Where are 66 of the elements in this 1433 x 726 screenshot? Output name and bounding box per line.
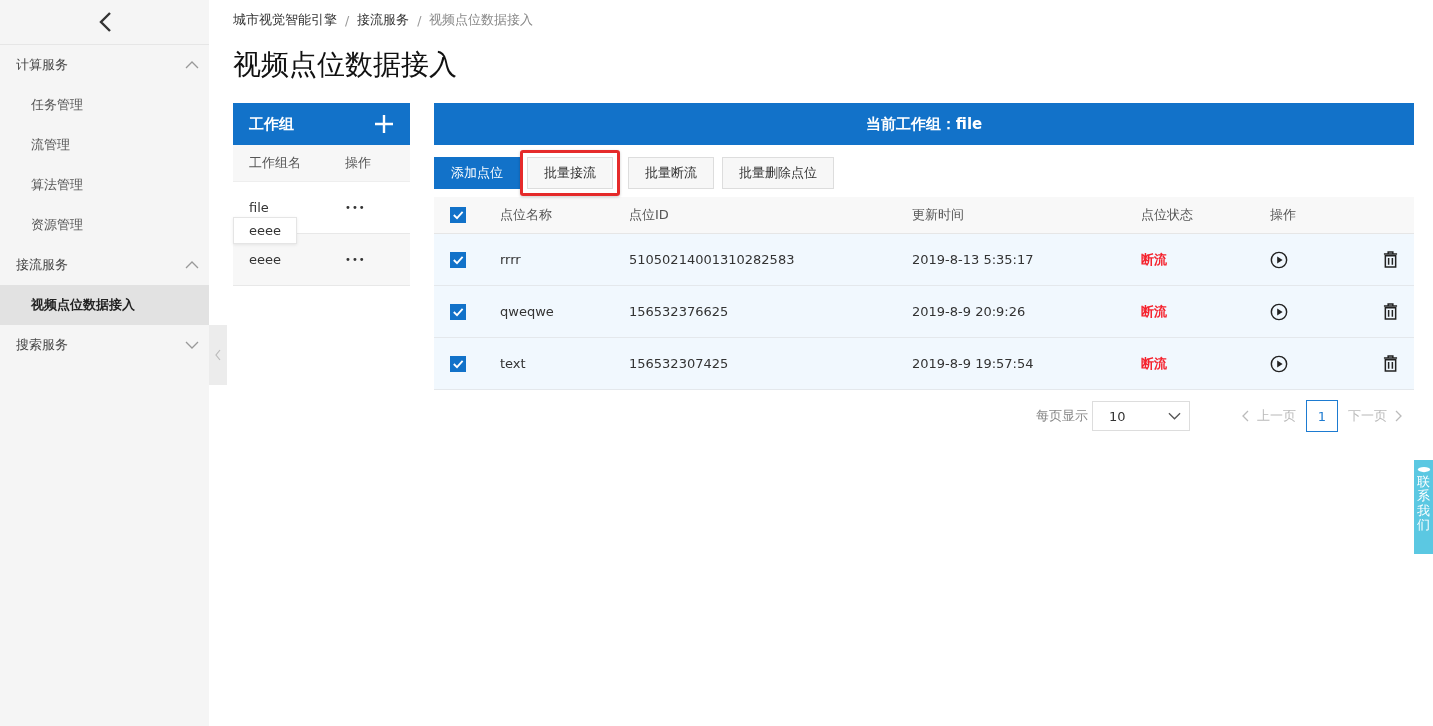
sidebar-section[interactable]: 接流服务 bbox=[0, 245, 209, 285]
panel-title: 当前工作组：file bbox=[865, 114, 983, 134]
chevron-up-icon[interactable] bbox=[185, 261, 199, 269]
breadcrumb-item[interactable]: 城市视觉智能引擎 bbox=[233, 11, 337, 29]
sidebar-item[interactable]: 任务管理 bbox=[0, 85, 209, 125]
column-header: 工作组名 bbox=[248, 154, 302, 172]
status-text: 断流 bbox=[1141, 251, 1167, 267]
delete-icon[interactable] bbox=[1383, 355, 1398, 372]
table-cell: text bbox=[500, 356, 526, 371]
play-icon[interactable] bbox=[1270, 250, 1288, 269]
play-icon[interactable] bbox=[1270, 354, 1288, 373]
group-name[interactable]: file bbox=[233, 200, 345, 215]
breadcrumb-item: 视频点位数据接入 bbox=[429, 11, 534, 29]
table-cell: 156532376625 bbox=[629, 304, 729, 319]
play-icon[interactable] bbox=[1270, 302, 1288, 321]
chevron-up-icon[interactable] bbox=[185, 61, 199, 69]
chat-icon bbox=[1416, 466, 1431, 473]
status-text: 断流 bbox=[1141, 303, 1167, 319]
sidebar-section[interactable]: 搜索服务 bbox=[0, 325, 209, 365]
more-button[interactable]: ••• bbox=[345, 254, 366, 265]
column-header: 操作 bbox=[1270, 206, 1296, 224]
checkbox[interactable] bbox=[450, 303, 466, 320]
more-button[interactable]: ••• bbox=[345, 202, 366, 213]
toolbar-button[interactable]: 批量删除点位 bbox=[722, 157, 834, 189]
back-icon[interactable] bbox=[97, 11, 112, 33]
column-header: 点位状态 bbox=[1141, 207, 1193, 222]
delete-icon[interactable] bbox=[1383, 251, 1398, 268]
table-cell: rrrr bbox=[500, 252, 521, 267]
tooltip: eeee bbox=[233, 217, 297, 244]
sidebar-section[interactable]: 计算服务 bbox=[0, 45, 209, 85]
sidebar-item[interactable]: 流管理 bbox=[0, 125, 209, 165]
table-cell: qweqwe bbox=[500, 304, 554, 319]
column-header: 点位名称 bbox=[500, 207, 552, 222]
chevron-left-icon bbox=[1242, 410, 1249, 422]
table-cell: 2019-8-13 5:35:17 bbox=[912, 252, 1034, 267]
breadcrumb-separator: / bbox=[345, 12, 350, 28]
group-name[interactable]: eeee bbox=[233, 252, 345, 267]
sidebar-item[interactable]: 算法管理 bbox=[0, 165, 209, 205]
panel-title: 工作组 bbox=[249, 114, 294, 134]
chevron-right-icon bbox=[1395, 410, 1402, 422]
sidebar-item[interactable]: 视频点位数据接入 bbox=[0, 285, 209, 325]
table-cell: 2019-8-9 19:57:54 bbox=[912, 356, 1034, 371]
page-size-select[interactable]: 10 bbox=[1092, 401, 1190, 431]
column-header: 点位ID bbox=[629, 207, 669, 222]
table-cell: 51050214001310282583 bbox=[629, 252, 795, 267]
status-text: 断流 bbox=[1141, 355, 1167, 371]
checkbox[interactable] bbox=[450, 207, 466, 223]
table-cell: 156532307425 bbox=[629, 356, 729, 371]
checkbox[interactable] bbox=[450, 355, 466, 372]
delete-icon[interactable] bbox=[1383, 303, 1398, 320]
toolbar-button[interactable]: 添加点位 bbox=[434, 157, 520, 189]
chevron-down-icon[interactable] bbox=[185, 341, 199, 349]
column-header: 操作 bbox=[345, 154, 371, 172]
page-size-label: 每页显示 bbox=[1036, 407, 1088, 425]
breadcrumb-separator: / bbox=[417, 12, 422, 28]
toolbar-button[interactable]: 批量断流 bbox=[628, 157, 714, 189]
collapse-handle[interactable] bbox=[209, 325, 227, 385]
table-cell: 2019-8-9 20:9:26 bbox=[912, 304, 1026, 319]
checkbox[interactable] bbox=[450, 251, 466, 268]
column-header: 更新时间 bbox=[912, 207, 964, 222]
add-icon[interactable] bbox=[374, 114, 394, 134]
page-button[interactable]: 1 bbox=[1306, 400, 1338, 432]
breadcrumb-item[interactable]: 接流服务 bbox=[357, 11, 410, 29]
page-title: 视频点位数据接入 bbox=[233, 47, 458, 83]
toolbar-button[interactable]: 批量接流 bbox=[527, 157, 613, 189]
sidebar-item[interactable]: 资源管理 bbox=[0, 205, 209, 245]
